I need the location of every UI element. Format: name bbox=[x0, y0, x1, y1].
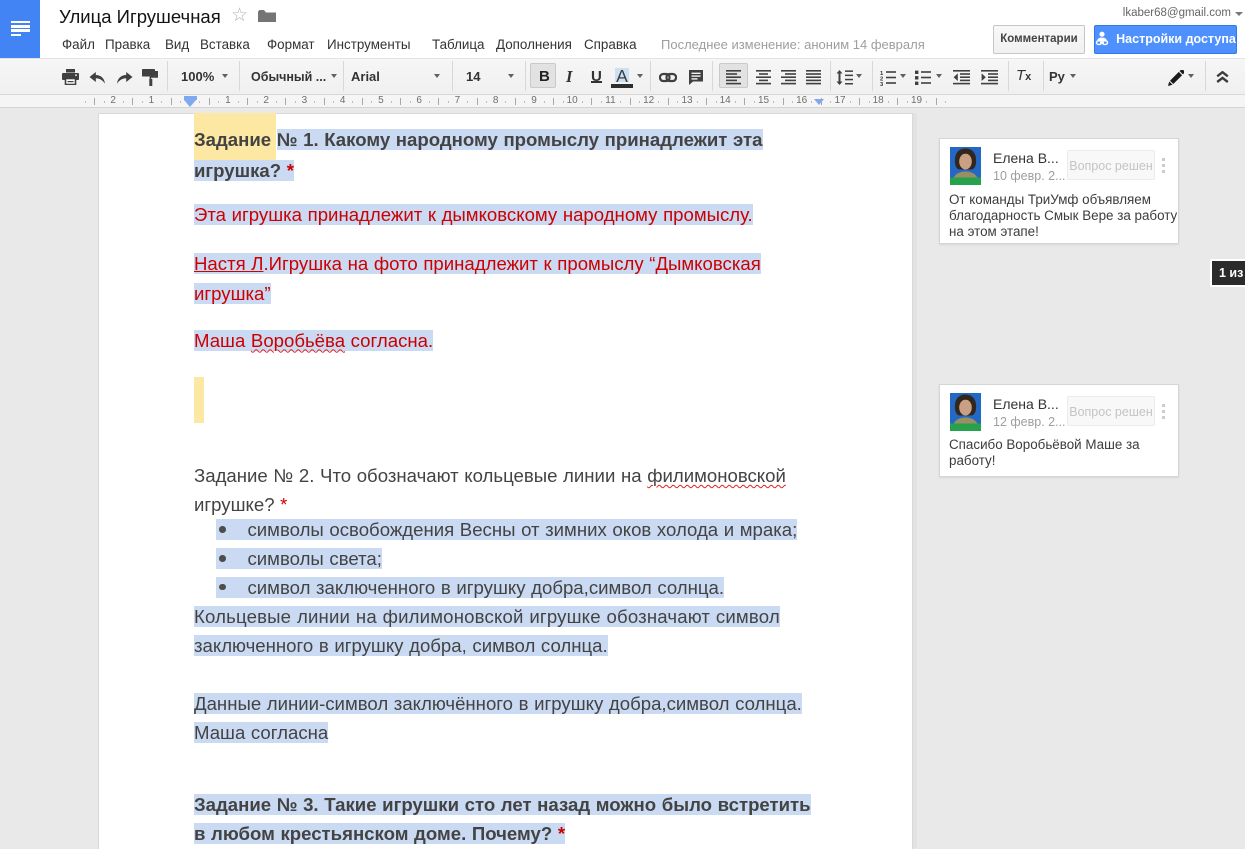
svg-text:3: 3 bbox=[880, 82, 884, 86]
